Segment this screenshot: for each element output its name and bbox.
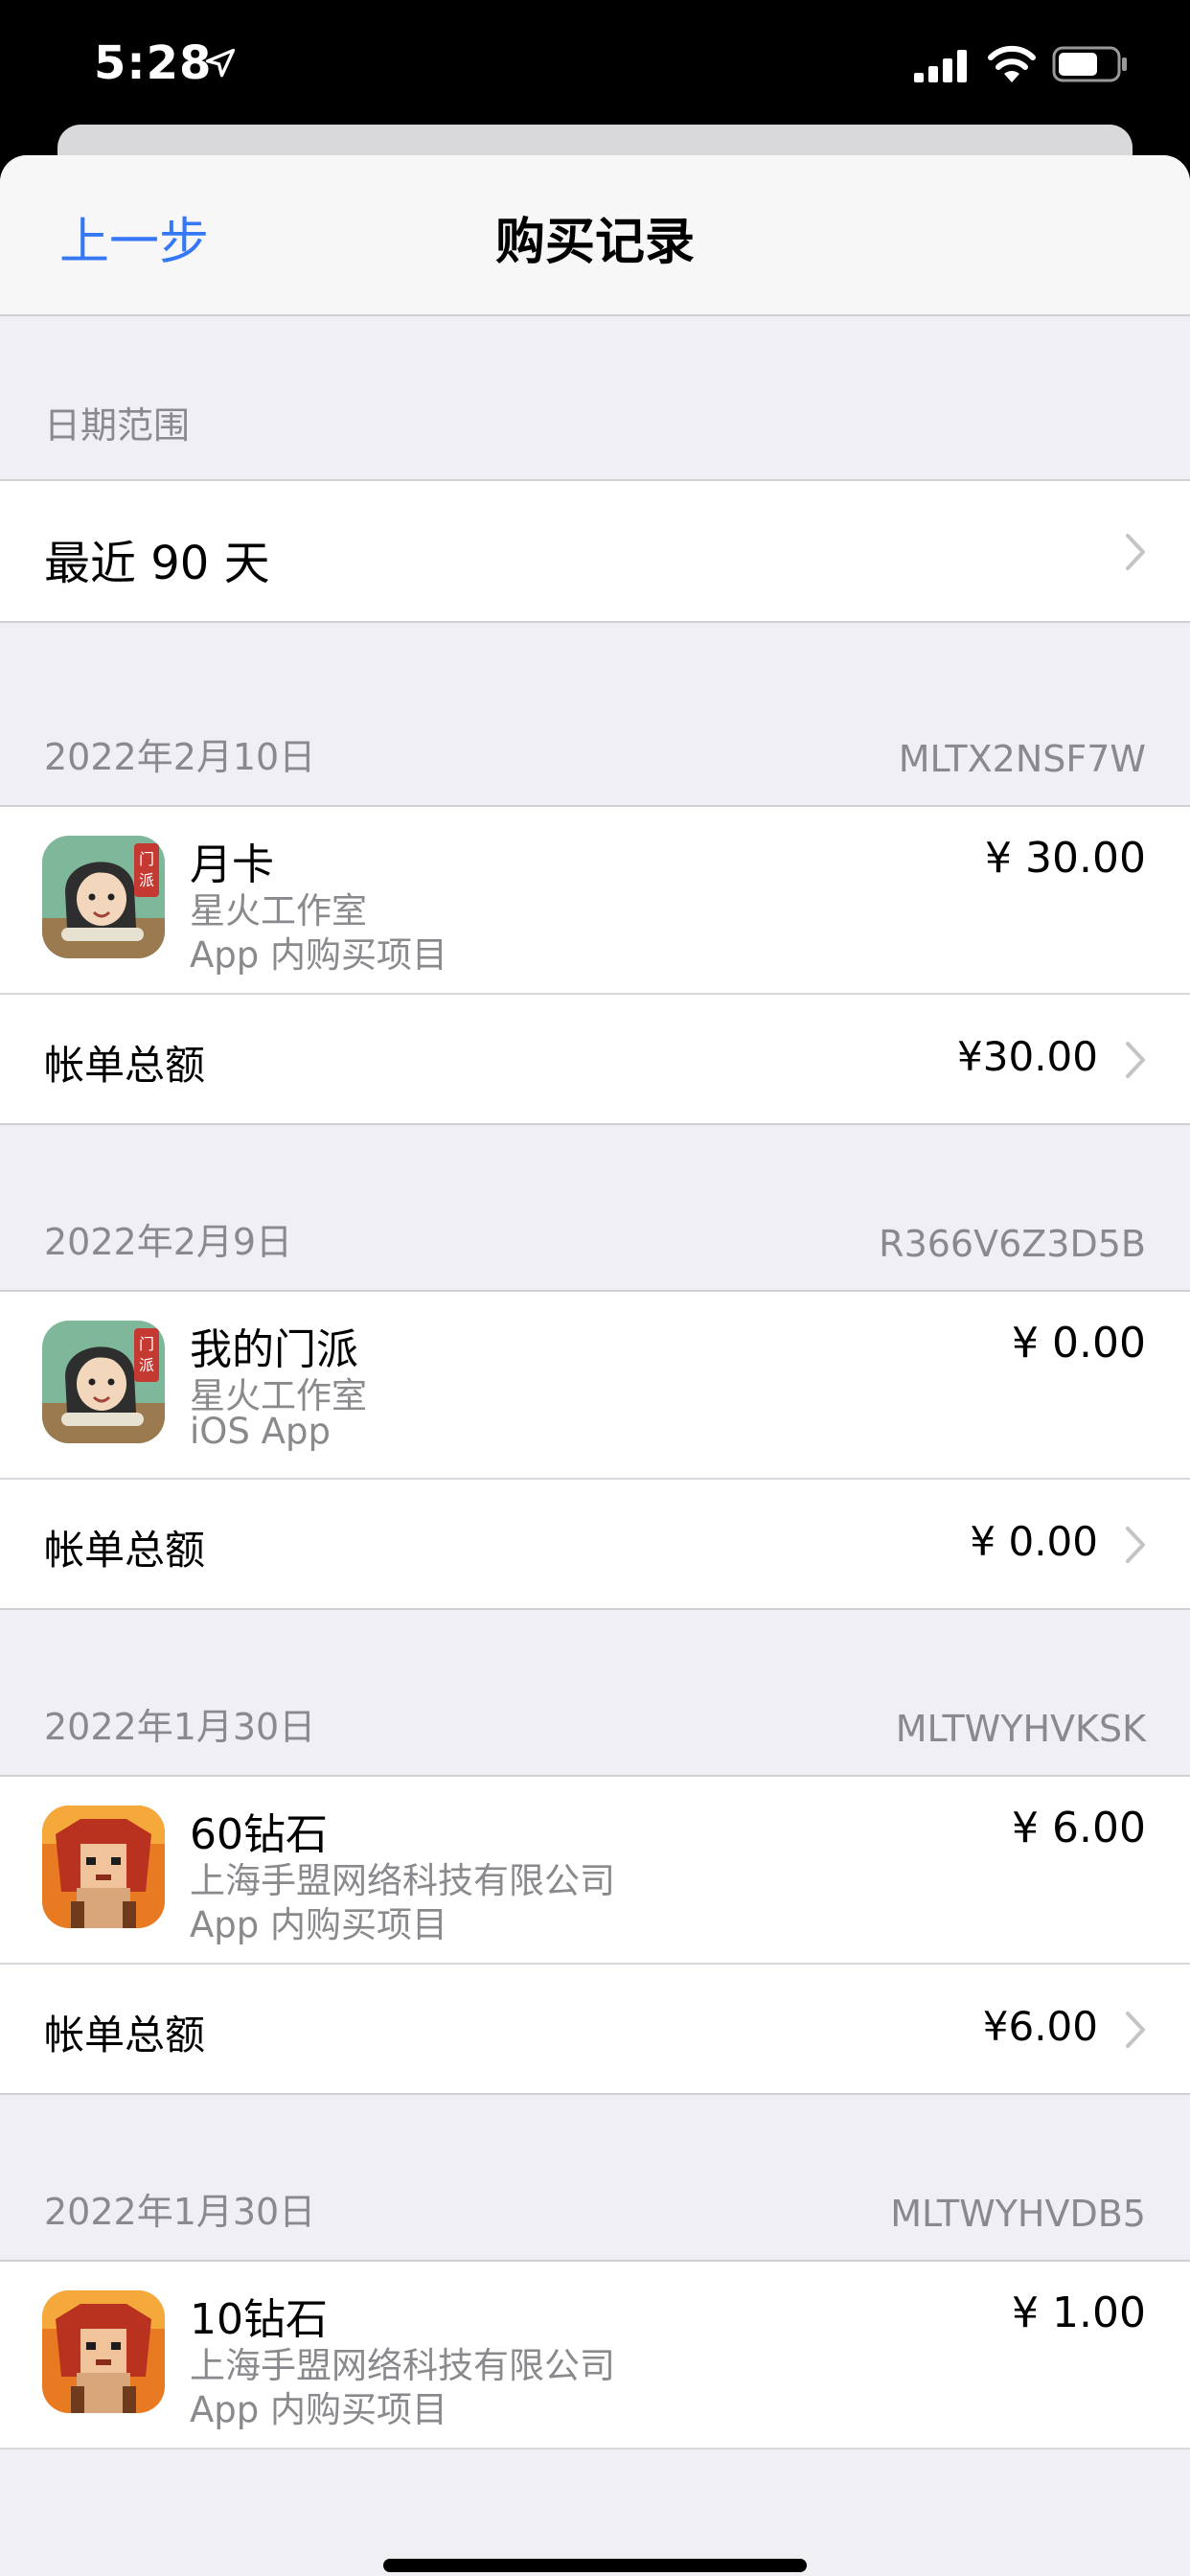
- item-price: ¥ 0.00: [1012, 1319, 1146, 1368]
- chevron-right-icon: [1126, 534, 1145, 570]
- chevron-right-icon: [1126, 1042, 1145, 1078]
- item-price: ¥ 30.00: [985, 834, 1146, 883]
- purchase-history-sheet: 上一步 购买记录 日期范围 最近 90 天 2022年2月10日 MLTX2NS…: [0, 155, 1190, 2576]
- order-group: 门 派 我的门派 星火工作室 iOS App ¥ 0.00 帐单总额 ¥ 0.0…: [0, 1290, 1190, 1610]
- order-id: R366V6Z3D5B: [879, 1223, 1146, 1265]
- order-total-row[interactable]: 帐单总额 ¥30.00: [0, 995, 1190, 1123]
- item-type: App 内购买项目: [190, 1904, 448, 1945]
- battery-icon: [1052, 46, 1127, 82]
- order-header: 2022年2月10日 MLTX2NSF7W: [0, 736, 1190, 794]
- item-price: ¥ 6.00: [1012, 1804, 1146, 1852]
- order-total-amount: ¥30.00: [957, 1033, 1098, 1080]
- purchase-item-row[interactable]: 门 派 我的门派 星火工作室 iOS App ¥ 0.00: [0, 1292, 1190, 1480]
- item-type: iOS App: [190, 1411, 331, 1452]
- order-id: MLTWYHVDB5: [890, 2193, 1146, 2235]
- wifi-icon: [988, 45, 1036, 82]
- date-range-header: 日期范围: [0, 404, 1190, 462]
- chevron-right-icon: [1126, 2012, 1145, 2048]
- svg-text:门: 门: [139, 850, 154, 868]
- svg-text:派: 派: [139, 871, 154, 889]
- location-arrow-icon: [205, 48, 236, 78]
- order-total-amount: ¥6.00: [982, 2003, 1098, 2050]
- order-date: 2022年2月10日: [44, 736, 316, 778]
- order-header: 2022年1月30日 MLTWYHVKSK: [0, 1706, 1190, 1763]
- order-total-label: 帐单总额: [44, 2012, 206, 2058]
- order-date: 2022年1月30日: [44, 1706, 316, 1748]
- order-id: MLTWYHVKSK: [895, 1708, 1146, 1750]
- order-header: 2022年2月9日 R366V6Z3D5B: [0, 1221, 1190, 1278]
- order-id: MLTX2NSF7W: [898, 738, 1146, 780]
- purchase-item-row[interactable]: 10钻石 上海手盟网络科技有限公司 App 内购买项目 ¥ 1.00: [0, 2262, 1190, 2450]
- order-group: 60钻石 上海手盟网络科技有限公司 App 内购买项目 ¥ 6.00 帐单总额 …: [0, 1775, 1190, 2095]
- pixel-warrior-game-icon: [42, 2290, 165, 2413]
- status-time: 5:28: [94, 36, 213, 90]
- order-group: 10钻石 上海手盟网络科技有限公司 App 内购买项目 ¥ 1.00: [0, 2260, 1190, 2450]
- item-price: ¥ 1.00: [1012, 2288, 1146, 2337]
- navigation-bar: 上一步 购买记录: [0, 155, 1190, 316]
- order-date: 2022年2月9日: [44, 1221, 293, 1263]
- status-bar: 5:28: [0, 0, 1190, 134]
- order-total-amount: ¥ 0.00: [970, 1518, 1098, 1565]
- purchase-item-row[interactable]: 60钻石 上海手盟网络科技有限公司 App 内购买项目 ¥ 6.00: [0, 1777, 1190, 1965]
- order-total-label: 帐单总额: [44, 1527, 206, 1574]
- sect-game-icon: 门 派: [42, 836, 165, 958]
- sect-game-icon: 门 派: [42, 1321, 165, 1443]
- cellular-signal-icon: [914, 50, 967, 82]
- purchase-item-row[interactable]: 门 派 月卡 星火工作室 App 内购买项目 ¥ 30.00: [0, 807, 1190, 995]
- home-indicator[interactable]: [383, 2559, 807, 2572]
- chevron-right-icon: [1126, 1527, 1145, 1563]
- item-type: App 内购买项目: [190, 934, 448, 976]
- date-range-header-label: 日期范围: [44, 404, 191, 447]
- date-range-value: 最近 90 天: [44, 537, 270, 590]
- svg-text:门: 门: [139, 1335, 154, 1353]
- date-range-row[interactable]: 最近 90 天: [0, 481, 1190, 621]
- order-total-label: 帐单总额: [44, 1042, 206, 1089]
- page-title: 购买记录: [494, 214, 695, 271]
- order-date: 2022年1月30日: [44, 2191, 316, 2233]
- date-range-group: 最近 90 天: [0, 479, 1190, 623]
- svg-text:派: 派: [139, 1356, 154, 1374]
- order-total-row[interactable]: 帐单总额 ¥6.00: [0, 1965, 1190, 2093]
- item-type: App 内购买项目: [190, 2389, 448, 2430]
- order-header: 2022年1月30日 MLTWYHVDB5: [0, 2191, 1190, 2248]
- pixel-warrior-game-icon: [42, 1806, 165, 1928]
- order-group: 门 派 月卡 星火工作室 App 内购买项目 ¥ 30.00 帐单总额 ¥30.…: [0, 805, 1190, 1125]
- order-total-row[interactable]: 帐单总额 ¥ 0.00: [0, 1480, 1190, 1608]
